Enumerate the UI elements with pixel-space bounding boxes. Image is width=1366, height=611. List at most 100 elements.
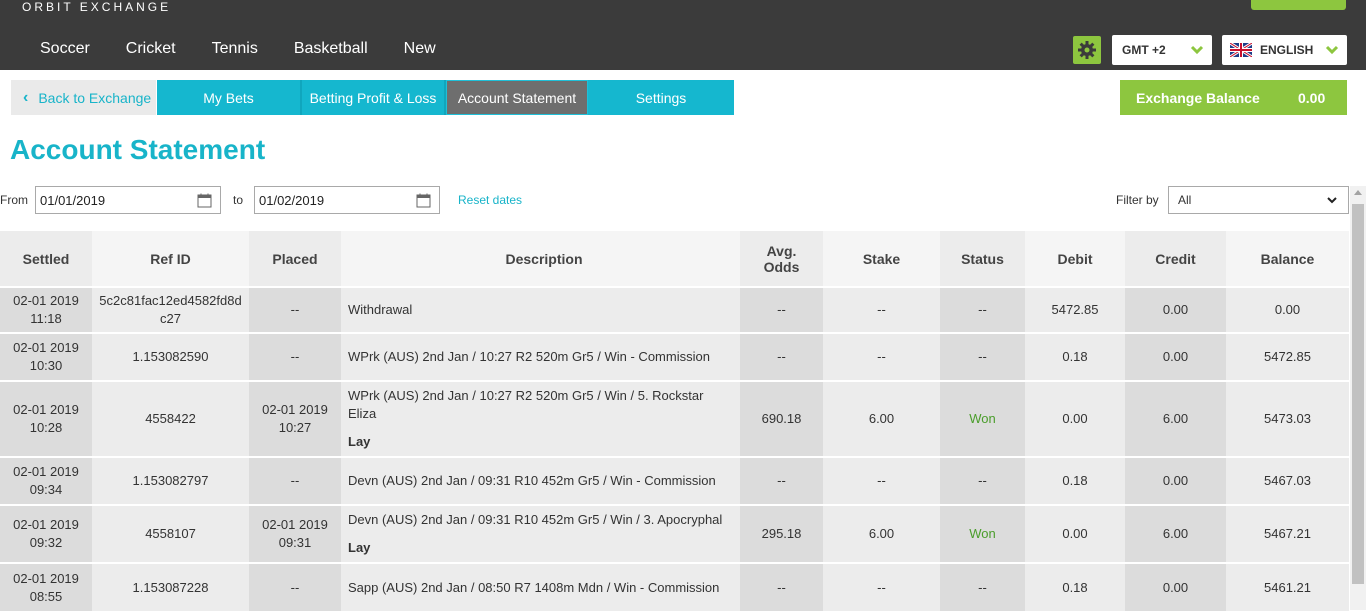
to-date-input[interactable]: 01/02/2019 (254, 186, 440, 214)
timezone-select[interactable]: GMT +2 (1112, 35, 1212, 65)
table-row[interactable]: 02-01 2019 09:32 4558107 02-01 2019 09:31 … (0, 504, 1349, 563)
back-to-exchange-link[interactable]: ‹ Back to Exchange (11, 80, 156, 115)
status-cell: Won (940, 380, 1025, 457)
col-placed[interactable]: Placed (249, 231, 341, 287)
stake-cell: 6.00 (823, 504, 940, 563)
nav-cricket[interactable]: Cricket (126, 40, 176, 58)
col-avg-odds[interactable]: Avg. Odds (740, 231, 823, 287)
col-stake[interactable]: Stake (823, 231, 940, 287)
debit-cell: 0.18 (1025, 562, 1125, 611)
debit-cell: 0.18 (1025, 332, 1125, 381)
stake-cell: -- (823, 456, 940, 505)
placed-cell: -- (249, 286, 341, 333)
settled-cell: 02-01 2019 08:55 (0, 562, 92, 611)
nav-new[interactable]: New (404, 40, 436, 58)
from-date-value: 01/01/2019 (40, 192, 106, 208)
bet-type-label: Lay (348, 540, 371, 555)
odds-cell: -- (740, 332, 823, 381)
debit-cell: 0.00 (1025, 380, 1125, 457)
ref-id-cell: 1.153082797 (92, 456, 249, 505)
stake-cell: -- (823, 332, 940, 381)
account-tabs: My Bets Betting Profit & Loss Account St… (157, 80, 734, 115)
page-scrollbar[interactable] (1350, 186, 1366, 610)
credit-cell: 0.00 (1125, 562, 1226, 611)
to-label: to (233, 193, 244, 207)
status-cell: Won (940, 504, 1025, 563)
calendar-icon[interactable] (416, 193, 431, 208)
language-value: ENGLISH (1260, 43, 1314, 57)
debit-cell: 5472.85 (1025, 286, 1125, 333)
ref-id-cell: 5c2c81fac12ed4582fd8d c27 (92, 286, 249, 333)
status-cell: -- (940, 286, 1025, 333)
nav-tennis[interactable]: Tennis (212, 40, 258, 58)
scrollbar-thumb[interactable] (1352, 204, 1364, 584)
settled-cell: 02-01 2019 11:18 (0, 286, 92, 333)
from-date-input[interactable]: 01/01/2019 (35, 186, 221, 214)
language-select[interactable]: ENGLISH (1222, 35, 1347, 65)
uk-flag-icon (1230, 43, 1252, 57)
credit-cell: 0.00 (1125, 332, 1226, 381)
col-ref-id[interactable]: Ref ID (92, 231, 249, 287)
sport-nav: Soccer Cricket Tennis Basketball New (40, 40, 472, 58)
filter-select[interactable]: All (1168, 186, 1349, 214)
gear-icon (1078, 41, 1096, 59)
col-settled[interactable]: Settled (0, 231, 92, 287)
odds-cell: -- (740, 562, 823, 611)
balance-cell: 5467.03 (1226, 456, 1349, 505)
back-label: Back to Exchange (38, 89, 152, 106)
stake-cell: 6.00 (823, 380, 940, 457)
nav-soccer[interactable]: Soccer (40, 40, 90, 58)
stake-cell: -- (823, 286, 940, 333)
tab-account-statement[interactable]: Account Statement (446, 80, 588, 115)
credit-cell: 6.00 (1125, 380, 1226, 457)
top-header: ORBIT EXCHANGE Soccer Cricket Tennis Bas… (0, 0, 1366, 70)
balance-cell: 5472.85 (1226, 332, 1349, 381)
description-cell: Sapp (AUS) 2nd Jan / 08:50 R7 1408m Mdn … (341, 562, 740, 611)
balance-cell: 5467.21 (1226, 504, 1349, 563)
stake-cell: -- (823, 562, 940, 611)
login-button[interactable] (1251, 0, 1346, 10)
col-description[interactable]: Description (341, 231, 740, 287)
col-balance[interactable]: Balance (1226, 231, 1349, 287)
ref-id-cell: 1.153087228 (92, 562, 249, 611)
calendar-icon[interactable] (197, 193, 212, 208)
settled-cell: 02-01 2019 10:28 (0, 380, 92, 457)
description-cell: Devn (AUS) 2nd Jan / 09:31 R10 452m Gr5 … (341, 456, 740, 505)
chevron-left-icon: ‹ (23, 88, 29, 106)
table-row[interactable]: 02-01 2019 11:18 5c2c81fac12ed4582fd8d c27… (0, 286, 1349, 333)
col-status[interactable]: Status (940, 231, 1025, 287)
placed-cell: -- (249, 332, 341, 381)
description-cell: Devn (AUS) 2nd Jan / 09:31 R10 452m Gr5 … (341, 504, 740, 563)
odds-cell: -- (740, 286, 823, 333)
chevron-down-icon (1190, 45, 1204, 55)
settings-gear-button[interactable] (1073, 36, 1101, 64)
debit-cell: 0.18 (1025, 456, 1125, 505)
table-row[interactable]: 02-01 2019 10:28 4558422 02-01 2019 10:27 … (0, 380, 1349, 457)
table-row[interactable]: 02-01 2019 10:30 1.153082590 -- WPrk (AUS… (0, 332, 1349, 381)
col-debit[interactable]: Debit (1025, 231, 1125, 287)
from-label: From (0, 193, 28, 207)
tab-my-bets[interactable]: My Bets (157, 80, 302, 115)
description-cell: Withdrawal (341, 286, 740, 333)
table-row[interactable]: 02-01 2019 08:55 1.153087228 -- Sapp (AUS… (0, 562, 1349, 611)
scroll-up-arrow-icon[interactable] (1354, 190, 1362, 195)
reset-dates-link[interactable]: Reset dates (458, 193, 522, 207)
table-row[interactable]: 02-01 2019 09:34 1.153082797 -- Devn (AUS… (0, 456, 1349, 505)
odds-cell: -- (740, 456, 823, 505)
nav-basketball[interactable]: Basketball (294, 40, 368, 58)
chevron-down-icon (1327, 197, 1337, 204)
credit-cell: 6.00 (1125, 504, 1226, 563)
balance-cell: 0.00 (1226, 286, 1349, 333)
statement-table: Settled Ref ID Placed Description Avg. O… (0, 231, 1349, 611)
tab-settings[interactable]: Settings (588, 80, 734, 115)
ref-id-cell: 1.153082590 (92, 332, 249, 381)
balance-cell: 5473.03 (1226, 380, 1349, 457)
filter-by-label: Filter by (1116, 193, 1159, 207)
placed-cell: -- (249, 562, 341, 611)
odds-cell: 295.18 (740, 504, 823, 563)
description-cell: WPrk (AUS) 2nd Jan / 10:27 R2 520m Gr5 /… (341, 380, 740, 457)
brand-logo: ORBIT EXCHANGE (22, 0, 172, 14)
tab-betting-profit-loss[interactable]: Betting Profit & Loss (302, 80, 446, 115)
col-credit[interactable]: Credit (1125, 231, 1226, 287)
exchange-balance-label: Exchange Balance (1136, 89, 1260, 106)
